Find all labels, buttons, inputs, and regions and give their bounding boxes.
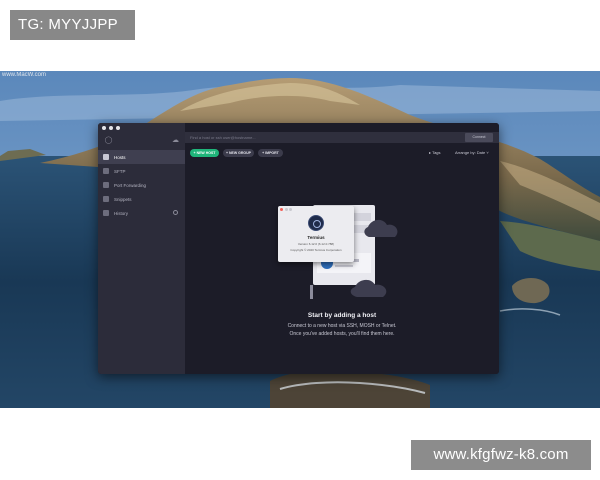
zoom-window-button[interactable]: [116, 126, 120, 130]
cloud-icon[interactable]: ☁: [171, 136, 180, 145]
sidebar-item-label: History: [114, 210, 129, 216]
empty-state-line2: Once you've added hosts, you'll find the…: [289, 331, 395, 337]
tag-icon: ▸: [429, 150, 432, 155]
arrange-label: Arrange by: Date: [455, 150, 486, 155]
sidebar-item-label: Hosts: [114, 154, 126, 160]
website-watermark-label: www.kfgfwz-k8.com: [411, 440, 591, 470]
grid-icon: [103, 154, 109, 160]
about-copyright: Copyright © 2020 Termius Corporation: [290, 248, 342, 252]
about-close-button[interactable]: [280, 208, 283, 211]
sidebar-item-label: SFTP: [114, 168, 126, 174]
new-host-button[interactable]: + NEW HOST: [190, 149, 219, 157]
host-search-input[interactable]: [189, 132, 459, 143]
empty-state-title: Start by adding a host: [307, 312, 377, 319]
window-controls: [102, 126, 120, 130]
empty-state-line1: Connect to a new host via SSH, MOSH or T…: [287, 323, 397, 329]
sidebar: ◯ ☁ Hosts SFTP Port Forwarding Snippets …: [98, 123, 185, 374]
connect-button[interactable]: Connect: [465, 133, 493, 142]
sidebar-item-hosts[interactable]: Hosts: [98, 150, 185, 164]
sidebar-top-icons: ◯ ☁: [98, 136, 185, 148]
sidebar-item-sftp[interactable]: SFTP: [98, 164, 185, 178]
user-icon[interactable]: ◯: [104, 136, 113, 145]
chevron-down-icon: ˅: [486, 150, 489, 155]
sidebar-item-history[interactable]: History: [98, 206, 185, 220]
folder-icon: [103, 168, 109, 174]
screenshot-canvas: www.MacW.com ◯ ☁ Hosts SFTP Port Forward…: [0, 0, 600, 480]
arrange-dropdown[interactable]: Arrange by: Date ˅: [455, 150, 489, 155]
wallpaper-watermark: www.MacW.com: [2, 72, 47, 78]
search-icon[interactable]: [173, 210, 178, 215]
search-bar: Connect: [185, 132, 499, 143]
termius-window: ◯ ☁ Hosts SFTP Port Forwarding Snippets …: [98, 123, 499, 374]
minimize-window-button[interactable]: [109, 126, 113, 130]
about-dialog: Termius Version 6.12.0 (6.12.0.788) Copy…: [278, 206, 354, 262]
tags-filter[interactable]: ▸ Tags: [429, 150, 441, 155]
telegram-watermark-label: TG: MYYJJPP: [10, 10, 135, 40]
import-button[interactable]: + IMPORT: [258, 149, 283, 157]
arrow-icon: [103, 182, 109, 188]
clock-icon: [103, 210, 109, 216]
close-window-button[interactable]: [102, 126, 106, 130]
sidebar-item-port-forwarding[interactable]: Port Forwarding: [98, 178, 185, 192]
sidebar-item-label: Port Forwarding: [114, 182, 147, 188]
about-app-version: Version 6.12.0 (6.12.0.788): [297, 242, 335, 246]
sidebar-nav: Hosts SFTP Port Forwarding Snippets Hist…: [98, 150, 185, 220]
sidebar-item-label: Snippets: [114, 196, 132, 202]
snippet-icon: [103, 196, 109, 202]
about-window-controls: [280, 208, 292, 211]
new-group-button[interactable]: + NEW GROUP: [223, 149, 254, 157]
termius-logo-icon: [308, 215, 324, 231]
about-zoom-button: [289, 208, 292, 211]
about-minimize-button: [284, 208, 288, 211]
sidebar-item-snippets[interactable]: Snippets: [98, 192, 185, 206]
about-app-name: Termius: [307, 235, 325, 240]
tags-label: Tags: [432, 150, 441, 155]
hosts-toolbar: + NEW HOST + NEW GROUP + IMPORT ▸ Tags A…: [185, 147, 499, 159]
